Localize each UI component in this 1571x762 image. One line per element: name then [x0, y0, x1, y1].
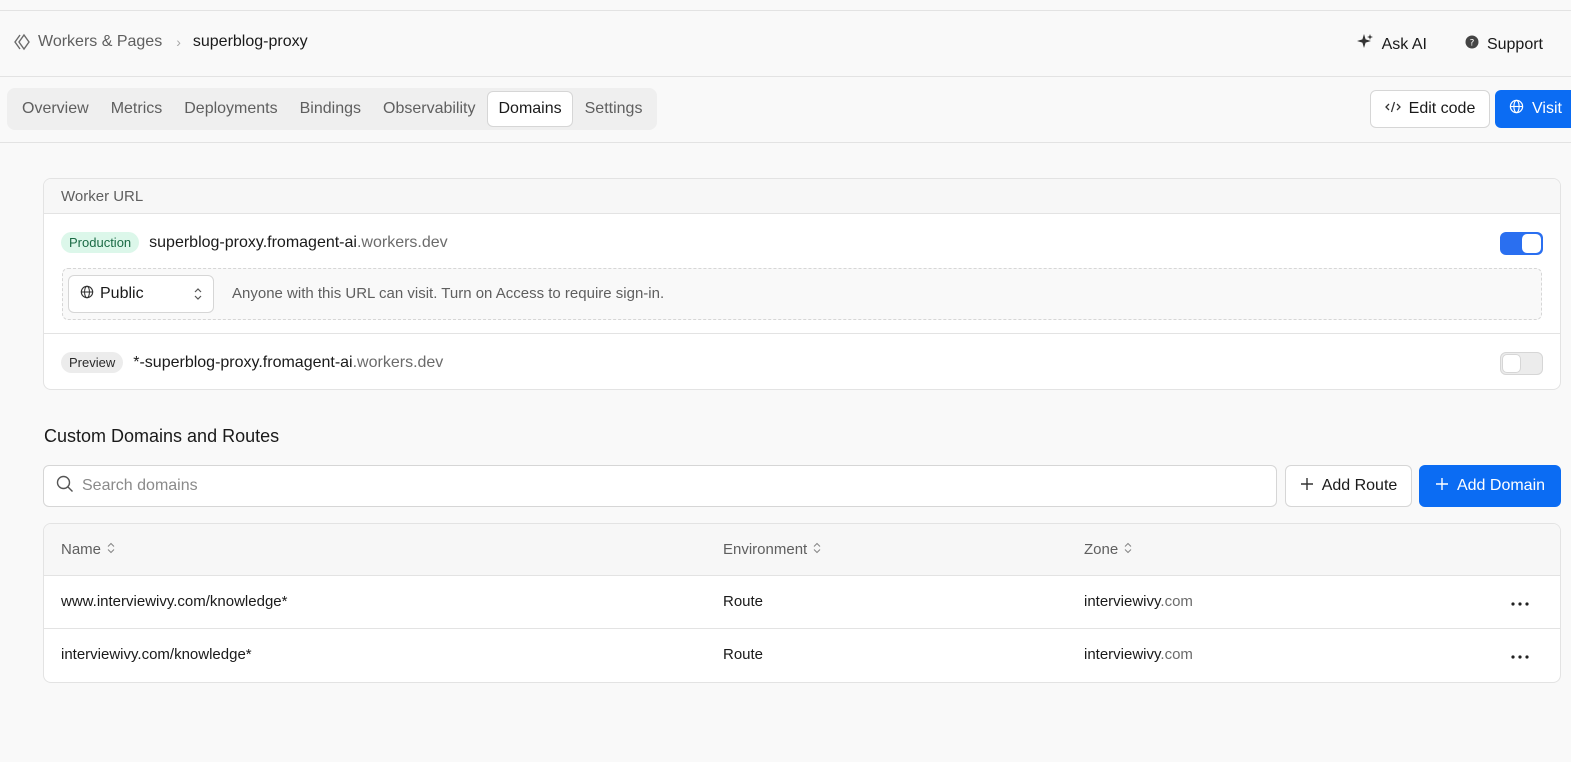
globe-icon [1509, 99, 1524, 119]
visit-button[interactable]: Visit [1495, 90, 1571, 128]
table-header: Name Environment Zone [44, 524, 1560, 576]
tab-overview[interactable]: Overview [12, 91, 99, 127]
column-header-environment[interactable]: Environment [723, 541, 821, 558]
breadcrumb-root-link[interactable]: Workers & Pages [38, 33, 162, 51]
preview-url-suffix: .workers.dev [352, 353, 444, 371]
column-header-zone[interactable]: Zone [1084, 541, 1132, 558]
globe-icon [80, 285, 94, 304]
plus-icon [1300, 477, 1314, 496]
tab-settings[interactable]: Settings [575, 91, 653, 127]
zone-name: interviewivy [1084, 593, 1161, 610]
visit-label: Visit [1532, 100, 1562, 117]
ask-ai-label: Ask AI [1381, 35, 1427, 53]
svg-text:?: ? [1470, 39, 1475, 49]
ellipsis-icon [1511, 646, 1529, 664]
row-name: www.interviewivy.com/knowledge* [61, 593, 288, 610]
preview-url-row: Preview *-superblog-proxy.fromagent-ai .w… [61, 352, 443, 373]
edit-code-button[interactable]: Edit code [1370, 90, 1490, 128]
preview-url: *-superblog-proxy.fromagent-ai [133, 353, 353, 371]
search-box [43, 465, 1277, 507]
tab-deployments[interactable]: Deployments [174, 91, 287, 127]
tab-bindings[interactable]: Bindings [290, 91, 371, 127]
more-actions-button[interactable] [1508, 644, 1532, 666]
zone-tld: .com [1160, 646, 1193, 663]
search-input[interactable] [82, 477, 1182, 495]
plus-icon [1435, 477, 1449, 496]
sort-icon [107, 541, 115, 558]
column-label: Environment [723, 541, 808, 558]
edit-code-label: Edit code [1408, 100, 1476, 117]
sort-icon [813, 541, 821, 558]
sort-icon [1124, 541, 1132, 558]
tab-observability[interactable]: Observability [373, 91, 485, 127]
toggle-knob [1502, 354, 1521, 373]
section-title: Custom Domains and Routes [44, 426, 280, 446]
add-route-button[interactable]: Add Route [1285, 465, 1412, 507]
page-header: Workers & Pages › superblog-proxy Ask AI… [0, 11, 1571, 77]
zone-name: interviewivy [1084, 646, 1161, 663]
access-description: Anyone with this URL can visit. Turn on … [232, 285, 665, 302]
preview-toggle[interactable] [1500, 352, 1543, 375]
breadcrumb-current: superblog-proxy [192, 33, 308, 50]
visibility-select[interactable]: Public [68, 275, 214, 313]
sparkle-icon [1356, 33, 1374, 56]
tab-domains[interactable]: Domains [487, 91, 573, 127]
more-actions-button[interactable] [1508, 591, 1532, 613]
production-toggle[interactable] [1500, 232, 1543, 255]
tab-metrics[interactable]: Metrics [101, 91, 173, 127]
ellipsis-icon [1511, 593, 1529, 611]
ask-ai-button[interactable]: Ask AI [1356, 33, 1427, 56]
support-button[interactable]: ? Support [1465, 35, 1543, 54]
add-route-label: Add Route [1321, 477, 1398, 494]
row-environment: Route [723, 593, 764, 610]
visibility-select-value: Public [100, 285, 144, 302]
row-environment: Route [723, 646, 764, 663]
column-label: Zone [1084, 541, 1119, 558]
card-divider [44, 333, 1560, 334]
access-settings-box: Public Anyone with this URL can visit. T… [62, 268, 1542, 320]
worker-url-card: Worker URL Production superblog-proxy.fr… [43, 178, 1561, 390]
row-name: interviewivy.com/knowledge* [61, 646, 252, 663]
domains-table: Name Environment Zone www.interviewivy.c… [43, 523, 1561, 683]
column-label: Name [61, 541, 102, 558]
table-row: www.interviewivy.com/knowledge* Route in… [44, 576, 1560, 629]
code-icon [1384, 100, 1401, 119]
chevron-right-icon: › [176, 34, 181, 50]
production-url-suffix: .workers.dev [356, 233, 448, 251]
support-label: Support [1486, 35, 1543, 53]
row-zone: interviewivy.com [1084, 593, 1193, 610]
row-zone: interviewivy.com [1084, 646, 1193, 663]
column-header-name[interactable]: Name [61, 541, 115, 558]
breadcrumb: Workers & Pages › superblog-proxy [14, 33, 308, 51]
toggle-knob [1522, 234, 1541, 253]
search-icon [56, 475, 74, 498]
chevron-up-down-icon [193, 286, 203, 307]
production-url: superblog-proxy.fromagent-ai [149, 233, 357, 251]
zone-tld: .com [1160, 593, 1193, 610]
production-url-row: Production superblog-proxy.fromagent-ai.… [61, 232, 448, 253]
add-domain-button[interactable]: Add Domain [1419, 465, 1561, 507]
worker-url-title: Worker URL [44, 179, 1560, 214]
tabs-row: Overview Metrics Deployments Bindings Ob… [0, 77, 1571, 143]
tab-bar: Overview Metrics Deployments Bindings Ob… [7, 88, 658, 130]
help-icon: ? [1465, 35, 1479, 54]
production-badge: Production [61, 232, 140, 253]
preview-badge: Preview [61, 352, 124, 373]
table-row: interviewivy.com/knowledge* Route interv… [44, 629, 1560, 682]
add-domain-label: Add Domain [1456, 477, 1546, 494]
workers-icon [14, 33, 32, 51]
